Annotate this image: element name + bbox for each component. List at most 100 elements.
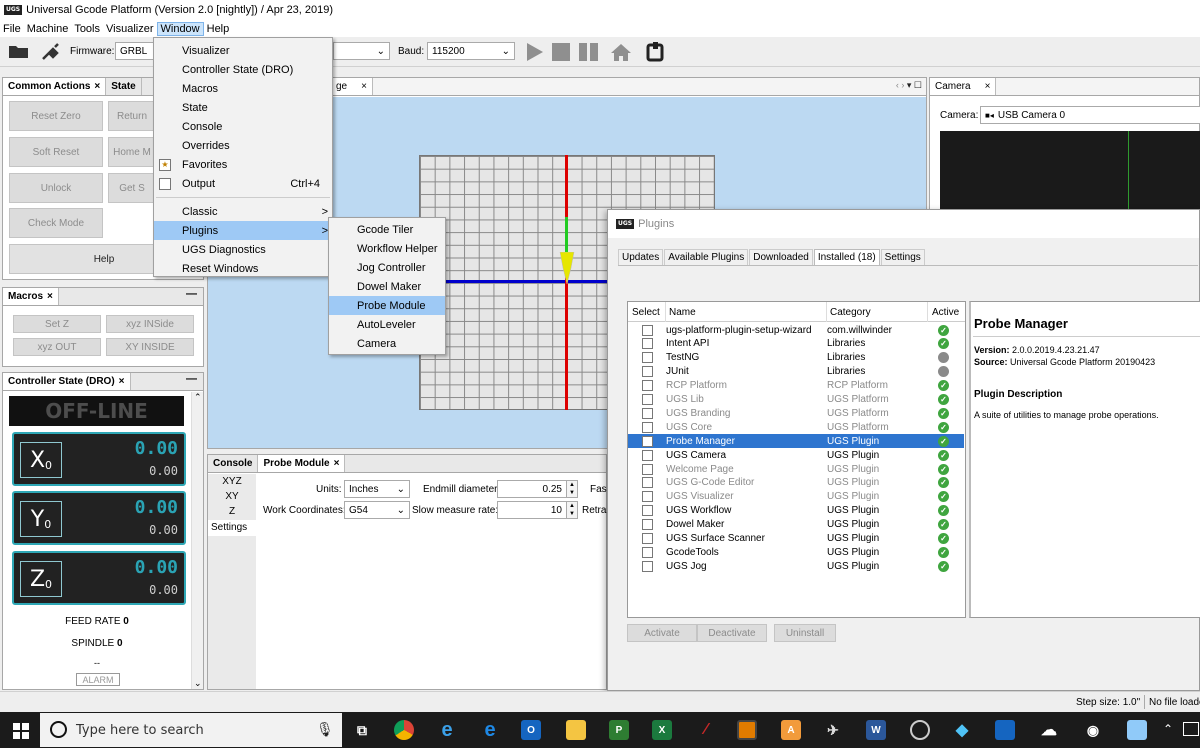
table-row[interactable]: JUnit Libraries (628, 365, 964, 379)
menu-item-classic[interactable]: Classic > (154, 202, 332, 221)
table-row[interactable]: UGS Surface Scanner UGS Plugin ✓ (628, 532, 964, 546)
table-row[interactable]: UGS Core UGS Platform ✓ (628, 420, 964, 434)
table-row[interactable]: UGS Camera UGS Plugin ✓ (628, 448, 964, 462)
camera-select[interactable]: ■◂ USB Camera 0 (980, 106, 1200, 124)
tray-network-icon[interactable] (1183, 722, 1199, 736)
maximize-icon[interactable]: ☐ (914, 80, 922, 90)
app-cloud-icon[interactable]: ☁ (1039, 720, 1059, 740)
close-icon[interactable]: × (985, 81, 991, 92)
reset-zero-button[interactable]: Reset Zero (9, 101, 103, 131)
scroll-up-icon[interactable]: ⌃ (194, 392, 202, 403)
home-icon[interactable] (610, 43, 632, 61)
select-checkbox[interactable] (642, 352, 653, 364)
firmware-select[interactable]: GRBL (115, 42, 155, 60)
app-diamond-icon[interactable]: ◆ (952, 720, 972, 740)
minimize-icon[interactable]: — (186, 373, 203, 390)
stop-icon[interactable] (552, 43, 570, 61)
ugs-taskbar-icon[interactable] (737, 720, 757, 740)
chevron-right-icon[interactable]: › (901, 80, 904, 90)
table-row[interactable]: Intent API Libraries ✓ (628, 337, 964, 351)
open-folder-icon[interactable] (8, 43, 30, 59)
table-row[interactable]: UGS G-Code Editor UGS Plugin ✓ (628, 476, 964, 490)
menu-file[interactable]: File (0, 23, 24, 35)
app-book-icon[interactable] (1127, 720, 1147, 740)
table-row[interactable]: ugs-platform-plugin-setup-wizard com.will… (628, 323, 964, 337)
select-checkbox[interactable] (642, 380, 653, 392)
windows-start-icon[interactable] (13, 723, 29, 739)
menu-item-ugs-diagnostics[interactable]: UGS Diagnostics (154, 240, 332, 259)
app-panda-icon[interactable]: ◉ (1083, 720, 1103, 740)
workcoords-select[interactable]: G54 ⌄ (344, 501, 410, 519)
check-mode-button[interactable]: Check Mode (9, 208, 103, 238)
tab-installed[interactable]: Installed (18) (813, 249, 880, 265)
col-select[interactable]: Select (632, 307, 660, 318)
menu-item-visualizer[interactable]: Visualizer (154, 41, 332, 60)
col-active[interactable]: Active (932, 307, 959, 318)
select-checkbox[interactable] (642, 324, 653, 336)
menu-window[interactable]: Window (156, 21, 204, 36)
axis-x-label[interactable]: X0 (20, 442, 62, 478)
select-checkbox[interactable] (642, 546, 653, 558)
axis-y-label[interactable]: Y0 (20, 501, 62, 537)
menu-tools[interactable]: Tools (71, 23, 103, 35)
arduino-icon[interactable]: A (781, 720, 801, 740)
microphone-icon[interactable]: 🎙 (316, 721, 334, 738)
close-icon[interactable]: × (361, 81, 367, 92)
macro-xy-inside-button[interactable]: XY INSIDE (106, 338, 194, 356)
side-tab-xy[interactable]: XY (208, 489, 256, 504)
tab-dro[interactable]: Controller State (DRO) × (3, 373, 131, 390)
file-explorer-icon[interactable] (566, 720, 586, 740)
tab-console[interactable]: Console (208, 455, 259, 472)
tab-common-actions[interactable]: Common Actions × (3, 78, 107, 95)
table-row[interactable]: UGS Lib UGS Platform ✓ (628, 393, 964, 407)
connect-icon[interactable] (40, 42, 62, 62)
outlook-icon[interactable]: O (521, 720, 541, 740)
dropdown-icon[interactable]: ▾ (907, 80, 912, 90)
menu-item-macros[interactable]: Macros (154, 79, 332, 98)
menu-item-favorites[interactable]: ★ Favorites (154, 155, 332, 174)
menu-item-controller-state[interactable]: Controller State (DRO) (154, 60, 332, 79)
select-checkbox[interactable] (642, 449, 653, 461)
project-icon[interactable]: P (609, 720, 629, 740)
table-row[interactable]: Welcome Page UGS Plugin ✓ (628, 462, 964, 476)
macro-xyz-inside-button[interactable]: xyz INSide (106, 315, 194, 333)
close-icon[interactable]: × (94, 81, 100, 92)
app-red-icon[interactable]: ⁄ (696, 720, 716, 740)
tab-settings[interactable]: Settings (880, 249, 925, 265)
table-row[interactable]: GcodeTools UGS Plugin ✓ (628, 545, 964, 559)
word-icon[interactable]: W (866, 720, 886, 740)
table-row[interactable]: TestNG Libraries (628, 351, 964, 365)
submenu-item-autoleveler[interactable]: AutoLeveler (329, 315, 445, 334)
submenu-item-camera[interactable]: Camera (329, 334, 445, 353)
select-checkbox[interactable] (642, 407, 653, 419)
axis-z-label[interactable]: Z0 (20, 561, 62, 597)
machine-icon[interactable] (645, 42, 665, 62)
baud-select[interactable]: 115200 ⌄ (427, 42, 515, 60)
soft-reset-button[interactable]: Soft Reset (9, 137, 103, 167)
tray-chevron-up-icon[interactable]: ⌃ (1163, 722, 1173, 736)
select-checkbox[interactable] (642, 491, 653, 503)
side-tab-settings[interactable]: Settings (208, 520, 256, 536)
tab-camera[interactable]: Camera × (930, 78, 997, 95)
select-checkbox[interactable] (642, 519, 653, 531)
menu-item-overrides[interactable]: Overrides (154, 136, 332, 155)
endmill-input[interactable]: 0.25 (497, 480, 567, 498)
select-checkbox[interactable] (642, 477, 653, 489)
close-icon[interactable]: × (334, 458, 340, 469)
tab-probe-module[interactable]: Probe Module × (258, 455, 346, 472)
submenu-item-dowel-maker[interactable]: Dowel Maker (329, 277, 445, 296)
tab-macros[interactable]: Macros × (3, 288, 59, 305)
macro-xyz-out-button[interactable]: xyz OUT (13, 338, 101, 356)
submenu-item-jog-controller[interactable]: Jog Controller (329, 258, 445, 277)
menu-machine[interactable]: Machine (24, 23, 72, 35)
tab-updates[interactable]: Updates (618, 249, 664, 265)
uninstall-button[interactable]: Uninstall (774, 624, 836, 642)
select-checkbox[interactable] (642, 421, 653, 433)
home-machine-button[interactable]: Home M (108, 137, 156, 167)
close-icon[interactable]: × (47, 291, 53, 302)
select-checkbox[interactable] (642, 394, 653, 405)
port-select[interactable]: ⌄ (333, 42, 390, 60)
table-row[interactable]: UGS Workflow UGS Plugin ✓ (628, 504, 964, 518)
task-view-icon[interactable]: ⧉ (352, 720, 372, 740)
submenu-item-workflow-helper[interactable]: Workflow Helper (329, 239, 445, 258)
